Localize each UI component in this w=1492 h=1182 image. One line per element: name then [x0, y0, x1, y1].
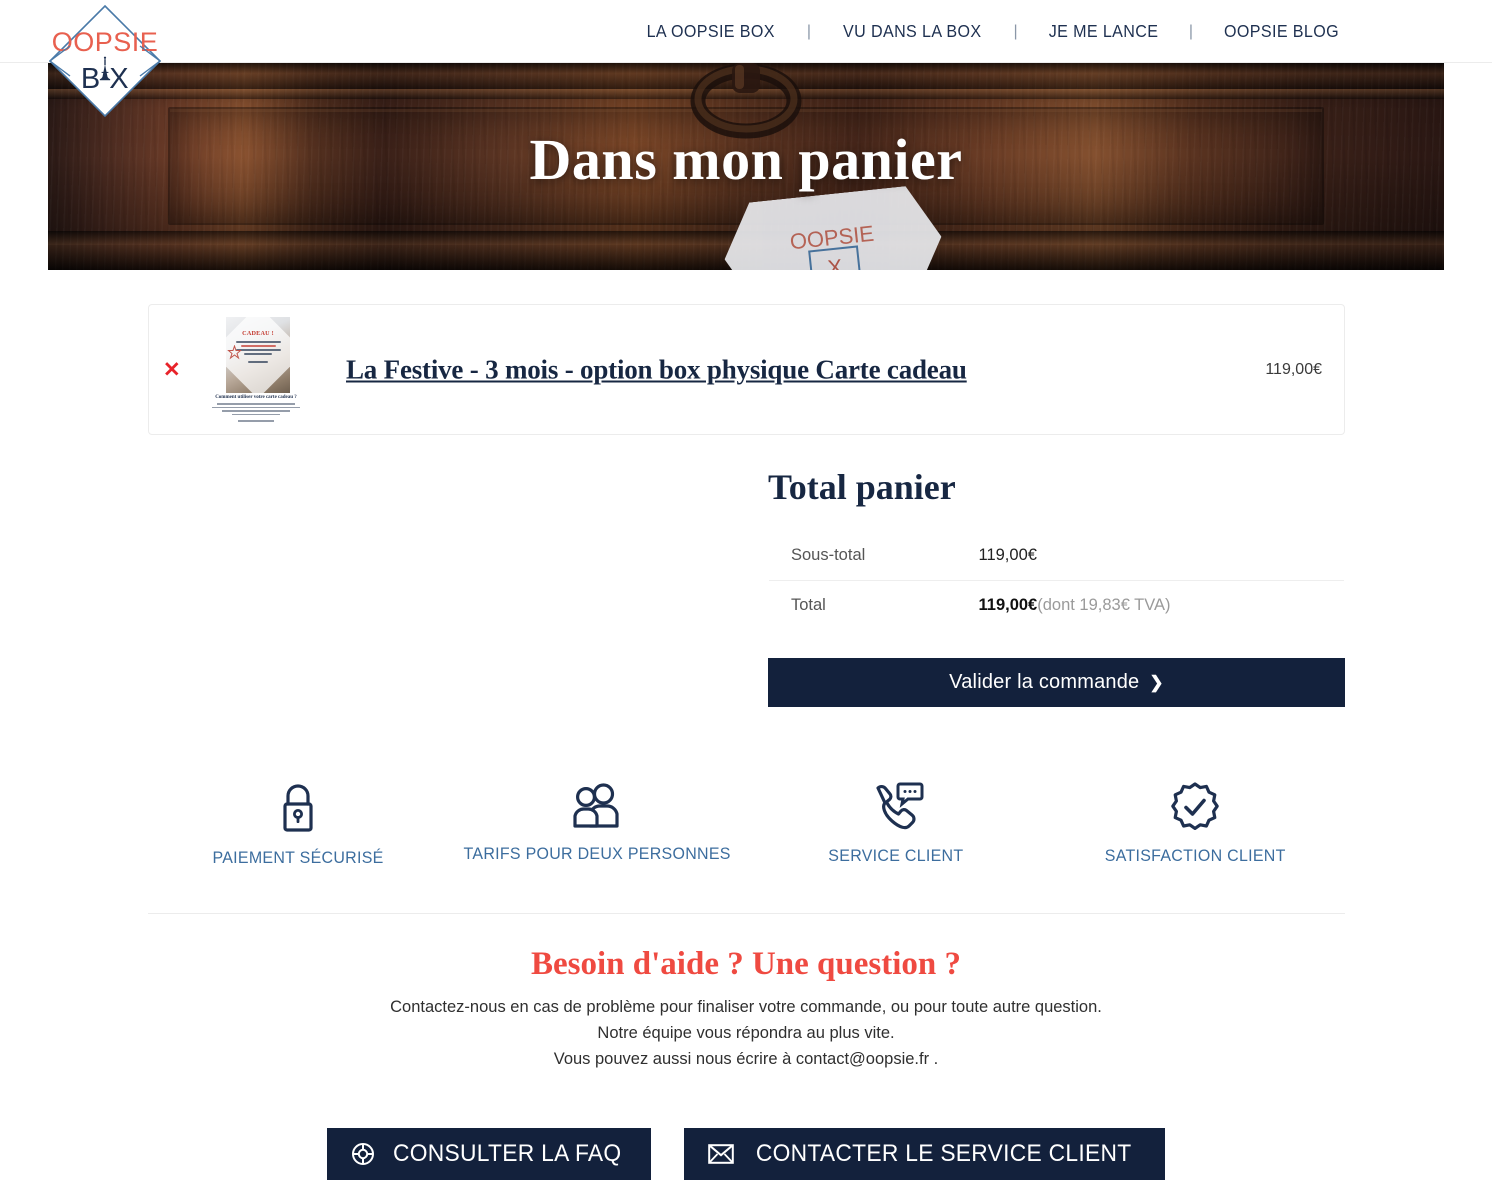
subtotal-value: 119,00€: [978, 546, 1037, 564]
help-line-1: Contactez-nous en cas de problème pour f…: [390, 998, 1102, 1016]
help-line-3: Vous pouvez aussi nous écrire à contact@…: [553, 1050, 939, 1068]
trust-badge-paiement-securise: PAIEMENT SÉCURISÉ: [148, 782, 447, 868]
phone-chat-icon: [876, 782, 924, 830]
remove-item-button[interactable]: ✕: [163, 359, 181, 380]
product-title-link[interactable]: La Festive - 3 mois - option box physiqu…: [346, 354, 967, 385]
trust-badge-label: TARIFS POUR DEUX PERSONNES: [463, 844, 731, 863]
trust-badge-tarifs-deux-personnes: TARIFS POUR DEUX PERSONNES: [447, 782, 746, 868]
help-section-text: Contactez-nous en cas de problème pour f…: [0, 994, 1492, 1072]
table-row: Sous-total 119,00€: [769, 531, 1344, 581]
subtotal-label: Sous-total: [791, 546, 866, 564]
trust-badge-label: PAIEMENT SÉCURISÉ: [212, 848, 384, 867]
site-header: LA OOPSIE BOX | VU DANS LA BOX | JE ME L…: [0, 0, 1492, 63]
cart-page: LA OOPSIE BOX | VU DANS LA BOX | JE ME L…: [0, 0, 1492, 1182]
help-line-2: Notre équipe vous répondra au plus vite.: [597, 1024, 895, 1042]
gift-card-instructions-title: Comment utiliser votre carte cadeau ?: [215, 395, 297, 400]
page-title: Dans mon panier: [529, 127, 963, 192]
nav-separator: |: [1013, 22, 1018, 40]
help-section-title: Besoin d'aide ? Une question ?: [531, 946, 961, 982]
site-logo[interactable]: OOPSIE B X: [46, 2, 164, 120]
trust-badge-label: SATISFACTION CLIENT: [1104, 846, 1286, 865]
checkout-button-label: Valider la commande: [949, 671, 1140, 693]
gift-card-seal-icon: [227, 345, 242, 360]
gift-card-instructions: Comment utiliser votre carte cadeau ?: [208, 395, 304, 424]
cart-totals-table: Sous-total 119,00€ Total 119,00€(dont 19…: [768, 530, 1345, 631]
gift-card-image: CADEAU !: [226, 317, 290, 393]
consulter-faq-button[interactable]: CONSULTER LA FAQ: [326, 1128, 652, 1180]
total-label: Total: [769, 580, 979, 630]
trust-badge-satisfaction-client: SATISFACTION CLIENT: [1046, 782, 1345, 868]
badge-check-icon: [1171, 782, 1220, 830]
checkout-button[interactable]: Valider la commande ❯: [768, 658, 1345, 707]
main-navigation: LA OOPSIE BOX | VU DANS LA BOX | JE ME L…: [641, 0, 1492, 63]
consulter-faq-label: CONSULTER LA FAQ: [392, 1140, 622, 1167]
total-value: 119,00€(dont 19,83€ TVA): [978, 580, 1344, 630]
nav-separator: |: [806, 22, 812, 40]
cart-totals: Total panier Sous-total 119,00€ Total 11…: [768, 466, 1345, 707]
nav-separator: |: [1188, 22, 1193, 40]
help-buttons: CONSULTER LA FAQ CONTACTER LE SERVICE CL…: [0, 1128, 1492, 1180]
nav-item-la-oopsie-box[interactable]: LA OOPSIE BOX: [647, 21, 775, 42]
chevron-right-icon: ❯: [1149, 673, 1164, 692]
contacter-service-client-button[interactable]: CONTACTER LE SERVICE CLIENT: [684, 1128, 1166, 1180]
lifebuoy-icon: [351, 1143, 374, 1165]
svg-text:X: X: [826, 254, 844, 270]
envelope-icon: [708, 1144, 734, 1164]
table-row: Total 119,00€(dont 19,83€ TVA): [769, 580, 1344, 630]
product-price: 119,00€: [1265, 360, 1322, 378]
two-people-icon: [573, 783, 619, 828]
hero-banner: OOPSIE X Dans mon panier: [48, 63, 1444, 270]
trust-badge-service-client: SERVICE CLIENT: [747, 782, 1046, 868]
trust-badge-label: SERVICE CLIENT: [828, 846, 964, 865]
total-tax-note: (dont 19,83€ TVA): [1037, 596, 1171, 614]
section-divider: [148, 913, 1345, 914]
total-amount: 119,00€: [978, 596, 1038, 614]
nav-item-vu-dans-la-box[interactable]: VU DANS LA BOX: [843, 21, 981, 42]
contacter-service-client-label: CONTACTER LE SERVICE CLIENT: [755, 1140, 1132, 1167]
gift-card-headline: CADEAU !: [242, 330, 274, 337]
lock-icon: [283, 784, 313, 832]
nav-item-je-me-lance[interactable]: JE ME LANCE: [1048, 21, 1158, 42]
oopsie-box-logo-icon: OOPSIE B X: [48, 4, 162, 118]
nav-item-oopsie-blog[interactable]: OOPSIE BLOG: [1224, 21, 1339, 42]
trust-badges: PAIEMENT SÉCURISÉ TARIFS POUR DEUX PERSO…: [148, 782, 1345, 868]
cart-totals-title: Total panier: [768, 467, 956, 507]
svg-text:OOPSIE: OOPSIE: [52, 27, 159, 57]
product-thumbnail[interactable]: CADEAU ! Comment utiliser votre carte ca…: [206, 313, 306, 428]
tag-oopsie-logo-icon: OOPSIE X: [782, 210, 885, 270]
cart-item-row: ✕ CADEAU ! Comment utiliser votre carte …: [148, 304, 1345, 435]
